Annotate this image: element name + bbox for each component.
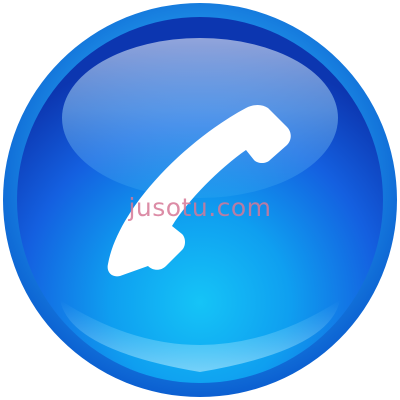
phone-call-button[interactable]: jusotu.com	[0, 0, 400, 400]
phone-button-graphic	[3, 3, 397, 397]
